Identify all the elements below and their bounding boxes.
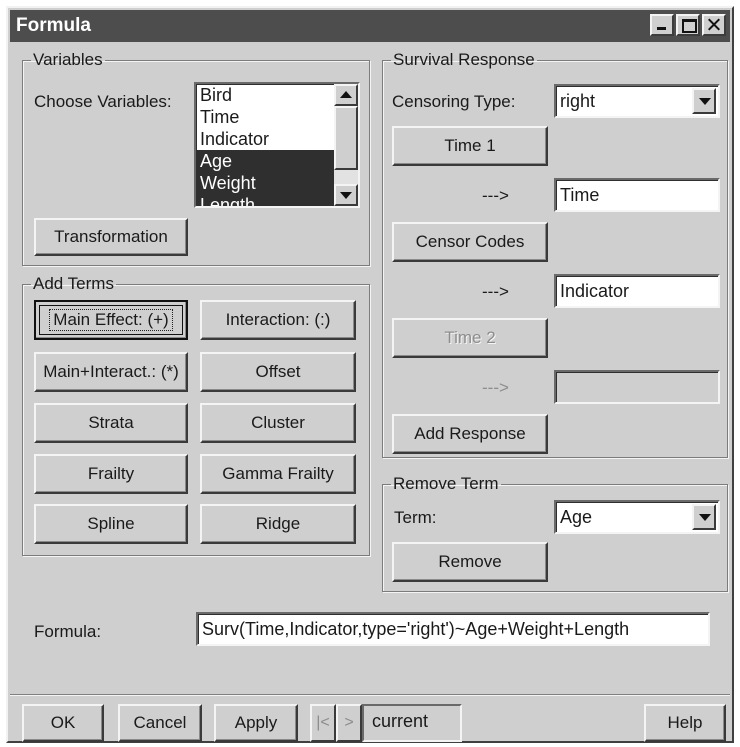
term-select[interactable]: Age (554, 500, 720, 534)
ok-button[interactable]: OK (22, 704, 104, 742)
interaction-button[interactable]: Interaction: (:) (200, 300, 356, 340)
ridge-button[interactable]: Ridge (200, 504, 356, 544)
frailty-button[interactable]: Frailty (34, 454, 188, 494)
gamma-frailty-button[interactable]: Gamma Frailty (200, 454, 356, 494)
variables-legend: Variables (33, 50, 103, 69)
main-interact-button[interactable]: Main+Interact.: (*) (34, 352, 188, 392)
add-terms-legend: Add Terms (33, 274, 114, 293)
scroll-up-icon[interactable] (334, 84, 358, 106)
strata-button[interactable]: Strata (34, 403, 188, 443)
censor-codes-button[interactable]: Censor Codes (392, 222, 548, 262)
time2-arrow: ---> (482, 378, 509, 397)
time2-button[interactable]: Time 2 (392, 318, 548, 358)
survival-response-legend: Survival Response (393, 50, 535, 69)
term-label: Term: (394, 508, 437, 527)
page-indicator: current (362, 704, 462, 742)
offset-button[interactable]: Offset (200, 352, 356, 392)
add-response-button[interactable]: Add Response (392, 414, 548, 454)
censoring-type-select[interactable]: right (554, 84, 720, 118)
time1-arrow: ---> (482, 186, 509, 205)
cancel-button[interactable]: Cancel (118, 704, 202, 742)
choose-variables-label: Choose Variables: (34, 92, 172, 111)
next-page-button[interactable]: > (336, 704, 362, 742)
window-title: Formula (16, 15, 91, 36)
formula-dialog: Formula Variables Choose Variables: Bird… (6, 6, 734, 743)
variables-scrollbar[interactable] (334, 84, 358, 206)
transformation-button[interactable]: Transformation (34, 218, 188, 256)
title-bar[interactable]: Formula (10, 10, 730, 42)
first-page-button[interactable]: |< (310, 704, 336, 742)
spline-button[interactable]: Spline (34, 504, 188, 544)
censor-codes-field[interactable]: Indicator (554, 274, 720, 308)
variables-listbox[interactable]: Bird Time Indicator Age Weight Length (194, 82, 360, 208)
minimize-icon[interactable] (650, 14, 674, 36)
remove-button[interactable]: Remove (392, 542, 548, 582)
time2-field[interactable] (554, 370, 720, 404)
censoring-type-label: Censoring Type: (392, 92, 516, 111)
remove-term-legend: Remove Term (393, 474, 499, 493)
chevron-down-icon[interactable] (692, 504, 716, 530)
footer-separator (10, 694, 730, 696)
formula-label: Formula: (34, 622, 102, 641)
time1-field[interactable]: Time (554, 178, 720, 212)
scroll-thumb[interactable] (334, 106, 358, 170)
cluster-button[interactable]: Cluster (200, 403, 356, 443)
help-button[interactable]: Help (644, 704, 726, 742)
apply-button[interactable]: Apply (214, 704, 298, 742)
formula-field[interactable]: Surv(Time,Indicator,type='right')~Age+We… (196, 612, 710, 646)
main-effect-button[interactable]: Main Effect: (+) (34, 300, 188, 340)
close-icon[interactable] (702, 14, 726, 36)
chevron-down-icon[interactable] (692, 88, 716, 114)
maximize-icon[interactable] (676, 14, 700, 36)
scroll-down-icon[interactable] (334, 184, 358, 206)
censor-arrow: ---> (482, 282, 509, 301)
time1-button[interactable]: Time 1 (392, 126, 548, 166)
